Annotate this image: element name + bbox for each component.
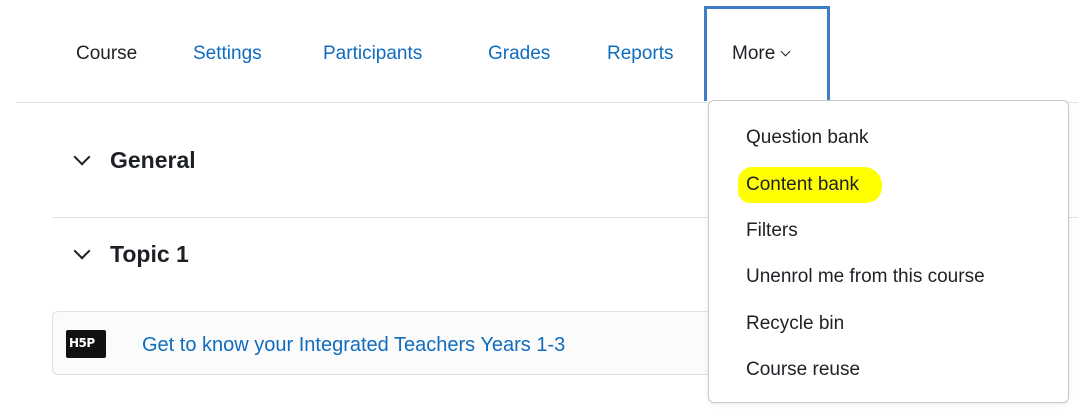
menu-item-filters[interactable]: Filters	[746, 219, 798, 243]
tab-more[interactable]: More	[732, 42, 791, 66]
menu-item-content-bank[interactable]: Content bank	[746, 173, 859, 197]
chevron-down-icon	[780, 46, 791, 57]
section-general-toggle[interactable]: General	[72, 146, 196, 174]
tab-settings[interactable]: Settings	[193, 42, 262, 66]
section-topic1-title: Topic 1	[110, 241, 189, 267]
tab-course[interactable]: Course	[76, 42, 137, 66]
h5p-icon-label: H5P	[69, 336, 95, 350]
tab-more-label: More	[732, 43, 776, 64]
section-topic1-toggle[interactable]: Topic 1	[72, 240, 189, 268]
menu-item-question-bank[interactable]: Question bank	[746, 126, 869, 150]
menu-item-unenrol[interactable]: Unenrol me from this course	[746, 265, 985, 289]
tab-participants[interactable]: Participants	[323, 42, 422, 66]
menu-item-course-reuse[interactable]: Course reuse	[746, 358, 860, 382]
tab-grades[interactable]: Grades	[488, 42, 550, 66]
activity-link[interactable]: Get to know your Integrated Teachers Yea…	[142, 333, 565, 357]
menu-item-recycle-bin[interactable]: Recycle bin	[746, 312, 844, 336]
section-general-title: General	[110, 147, 196, 173]
collapse-chevron-icon	[73, 148, 91, 166]
collapse-chevron-icon	[73, 242, 91, 260]
tab-reports[interactable]: Reports	[607, 42, 674, 66]
